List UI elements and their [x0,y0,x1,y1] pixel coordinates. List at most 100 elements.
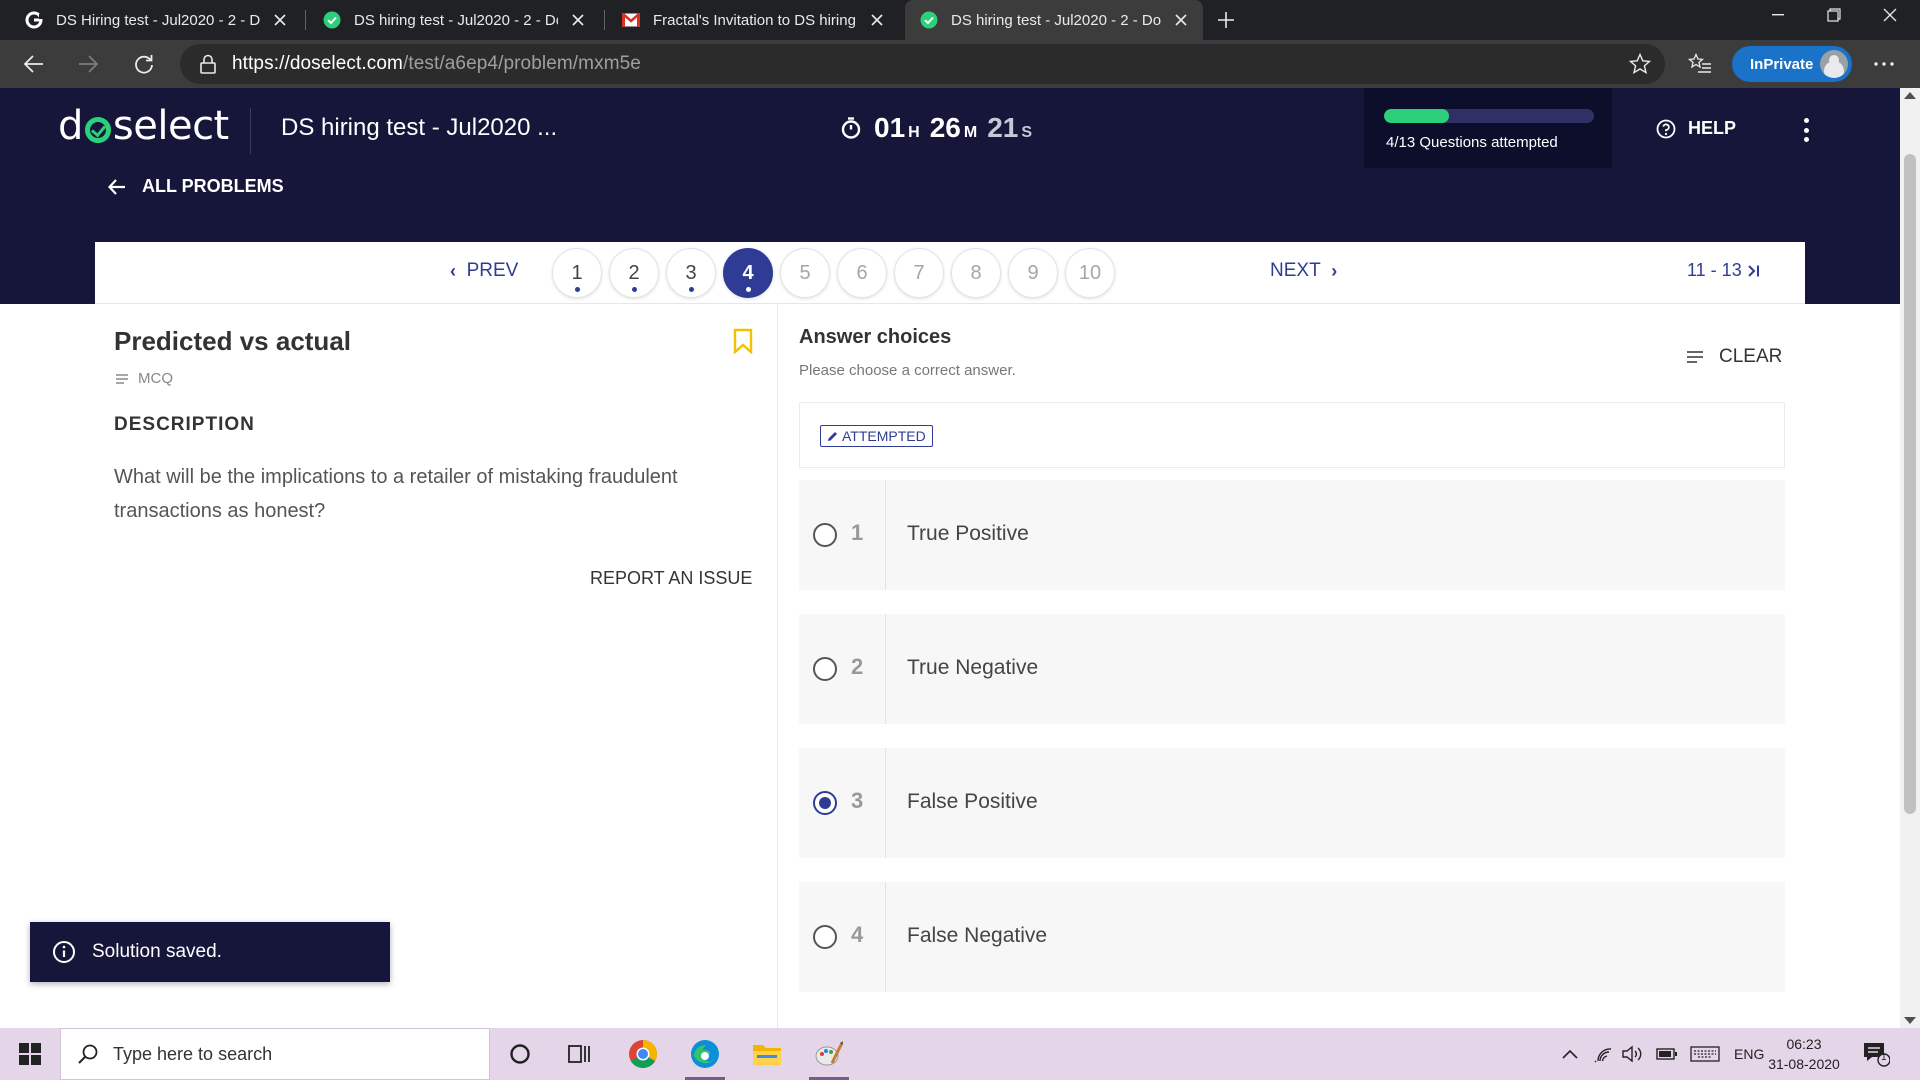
question-circle-icon [1656,119,1676,138]
progress-label: 4/13 Questions attempted [1386,134,1558,151]
pencil-icon [828,431,837,441]
close-window-button[interactable] [1862,0,1918,30]
question-nav-4[interactable]: 4 [723,248,773,298]
start-button[interactable] [0,1028,60,1080]
browser-tab-4[interactable]: DS hiring test - Jul2020 - 2 - DoSelect [905,0,1203,40]
scroll-down-icon[interactable] [1904,1017,1916,1024]
info-icon [53,941,75,963]
option-number: 4 [851,922,864,947]
help-button[interactable]: HELP [1656,118,1736,139]
question-nav-7[interactable]: 7 [894,248,944,298]
all-problems-link[interactable]: ALL PROBLEMS [108,176,284,197]
forward-button[interactable] [72,48,104,80]
question-number: 4 [742,261,754,284]
radio-button[interactable] [813,657,837,681]
help-label: HELP [1688,118,1737,138]
favorite-star-button[interactable] [1624,48,1656,80]
attempted-dot [746,287,751,292]
question-navigator: ‹ PREV 1 2 3 4 5 6 7 8 9 10 NEXT › 11 - 13 [95,242,1805,304]
radio-button[interactable] [813,925,837,949]
more-options-icon[interactable] [1796,116,1816,144]
star-icon [1629,53,1651,75]
question-nav-9[interactable]: 9 [1008,248,1058,298]
taskbar-search[interactable]: Type here to search [60,1028,490,1080]
next-page-range-button[interactable]: 11 - 13 [1687,260,1761,281]
search-icon [78,1044,98,1064]
arrow-left-icon [108,178,125,195]
question-number: 5 [799,261,811,284]
cortana-button[interactable] [492,1028,548,1080]
close-icon[interactable] [270,10,290,30]
refresh-button[interactable] [128,48,160,80]
edge-taskbar-button[interactable] [677,1028,733,1080]
browser-tab-1[interactable]: DS Hiring test - Jul2020 - 2 - DoSelect [10,0,302,40]
option-divider [885,614,886,724]
volume-icon[interactable] [1622,1045,1644,1063]
back-button[interactable] [18,48,50,80]
url-path: /test/a6ep4/problem/mxm5e [402,53,641,74]
inprivate-label: InPrivate [1750,55,1814,73]
browser-tab-bar: DS Hiring test - Jul2020 - 2 - DoSelect … [0,0,1920,40]
prev-button[interactable]: ‹ PREV [450,260,518,282]
notification-center-button[interactable]: 1 [1862,1040,1891,1068]
toast-message: Solution saved. [92,941,222,962]
toast-notification: Solution saved. [30,922,390,982]
question-nav-3[interactable]: 3 [666,248,716,298]
answer-option-3[interactable]: 3 False Positive [799,748,1785,858]
bookmark-icon[interactable] [733,328,753,354]
chrome-taskbar-button[interactable] [615,1028,671,1080]
favorites-list-icon [1688,53,1711,73]
browser-toolbar: https://doselect.com/test/a6ep4/problem/… [0,40,1920,88]
browser-menu-button[interactable] [1868,48,1900,80]
next-button[interactable]: NEXT › [1270,260,1337,282]
language-indicator[interactable]: ENG [1734,1046,1764,1062]
close-icon[interactable] [568,10,588,30]
doselect-logo[interactable]: d select [58,103,229,149]
close-icon[interactable] [867,10,887,30]
green-check-icon [322,10,342,30]
question-nav-8[interactable]: 8 [951,248,1001,298]
question-nav-1[interactable]: 1 [552,248,602,298]
url-text: https://doselect.com/test/a6ep4/problem/… [232,53,641,75]
page-scrollbar[interactable] [1900,88,1920,1028]
description-heading: DESCRIPTION [114,414,255,435]
file-explorer-button[interactable] [739,1028,795,1080]
task-view-button[interactable] [552,1028,608,1080]
browser-tab-3[interactable]: Fractal's Invitation to DS hiring test [607,0,899,40]
inprivate-button[interactable]: InPrivate [1732,46,1852,82]
close-icon[interactable] [1171,10,1191,30]
wifi-icon[interactable] [1594,1045,1614,1063]
radio-button[interactable] [813,791,837,815]
list-lines-icon [116,373,128,384]
question-nav-6[interactable]: 6 [837,248,887,298]
question-number: 2 [628,261,640,284]
taskbar-clock[interactable]: 06:23 31-08-2020 [1764,1034,1844,1074]
back-arrow-icon [24,55,43,73]
scrollbar-thumb[interactable] [1904,154,1916,814]
forward-arrow-icon [79,55,98,73]
problem-panel: Predicted vs actual MCQ DESCRIPTION What… [95,304,778,1028]
scroll-up-icon[interactable] [1904,92,1916,99]
countdown-timer: 01 H 26 M 21 S [840,112,1042,144]
browser-tab-2[interactable]: DS hiring test - Jul2020 - 2 - DoSelect [308,0,600,40]
url-bar[interactable]: https://doselect.com/test/a6ep4/problem/… [180,44,1665,84]
chevron-up-icon[interactable] [1562,1049,1578,1059]
answer-option-2[interactable]: 2 True Negative [799,614,1785,724]
timer-seconds: 21 [987,112,1019,143]
question-nav-2[interactable]: 2 [609,248,659,298]
favorites-button[interactable] [1684,48,1716,80]
timer-hours: 01 [874,112,906,143]
clear-button[interactable]: CLEAR [1687,346,1782,368]
radio-button[interactable] [813,523,837,547]
keyboard-icon[interactable] [1690,1046,1720,1062]
paint-taskbar-button[interactable] [801,1028,857,1080]
question-nav-5[interactable]: 5 [780,248,830,298]
report-issue-link[interactable]: REPORT AN ISSUE [590,568,752,589]
restore-button[interactable] [1806,0,1862,30]
new-tab-button[interactable] [1210,4,1242,36]
minimize-button[interactable] [1750,0,1806,30]
battery-icon[interactable] [1656,1048,1678,1060]
question-nav-10[interactable]: 10 [1065,248,1115,298]
answer-option-1[interactable]: 1 True Positive [799,480,1785,590]
answer-option-4[interactable]: 4 False Negative [799,882,1785,992]
